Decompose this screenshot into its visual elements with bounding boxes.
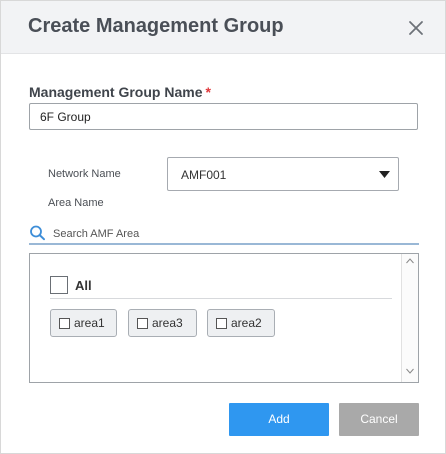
network-name-value: AMF001 — [181, 168, 227, 182]
area-chip[interactable]: area1 — [50, 309, 117, 337]
close-icon — [409, 21, 423, 35]
area-search — [29, 225, 419, 245]
area-search-input[interactable] — [53, 226, 413, 242]
group-name-input[interactable] — [29, 103, 418, 130]
network-name-select[interactable]: AMF001 — [167, 157, 399, 191]
area-label: area2 — [231, 316, 262, 330]
scroll-down-icon[interactable] — [406, 368, 414, 374]
area-list-scrollbar[interactable] — [401, 254, 418, 382]
area-name-label: Area Name — [48, 197, 104, 209]
dialog-title: Create Management Group — [28, 15, 284, 37]
select-all-row: All — [50, 276, 392, 299]
create-management-group-dialog: Create Management Group Management Group… — [0, 0, 446, 454]
add-button[interactable]: Add — [229, 403, 329, 436]
area-chip[interactable]: area3 — [128, 309, 197, 337]
dropdown-caret-icon — [379, 171, 390, 178]
area-chip[interactable]: area2 — [207, 309, 275, 337]
search-icon — [30, 225, 45, 241]
area-label: area3 — [152, 316, 183, 330]
dialog-header: Create Management Group — [1, 1, 445, 54]
area-checkbox[interactable] — [137, 318, 148, 329]
group-name-label: Management Group Name * — [29, 84, 211, 100]
required-marker: * — [205, 84, 211, 100]
cancel-button[interactable]: Cancel — [339, 403, 419, 436]
area-checkbox[interactable] — [59, 318, 70, 329]
select-all-label: All — [75, 278, 92, 293]
select-all-checkbox[interactable] — [50, 276, 68, 294]
area-label: area1 — [74, 316, 105, 330]
network-name-label: Network Name — [48, 168, 121, 180]
area-list-box: All area1 area3 area2 — [29, 253, 419, 383]
group-name-label-text: Management Group Name — [29, 84, 203, 100]
scroll-up-icon[interactable] — [406, 258, 414, 264]
close-button[interactable] — [403, 15, 429, 41]
area-checkbox[interactable] — [216, 318, 227, 329]
